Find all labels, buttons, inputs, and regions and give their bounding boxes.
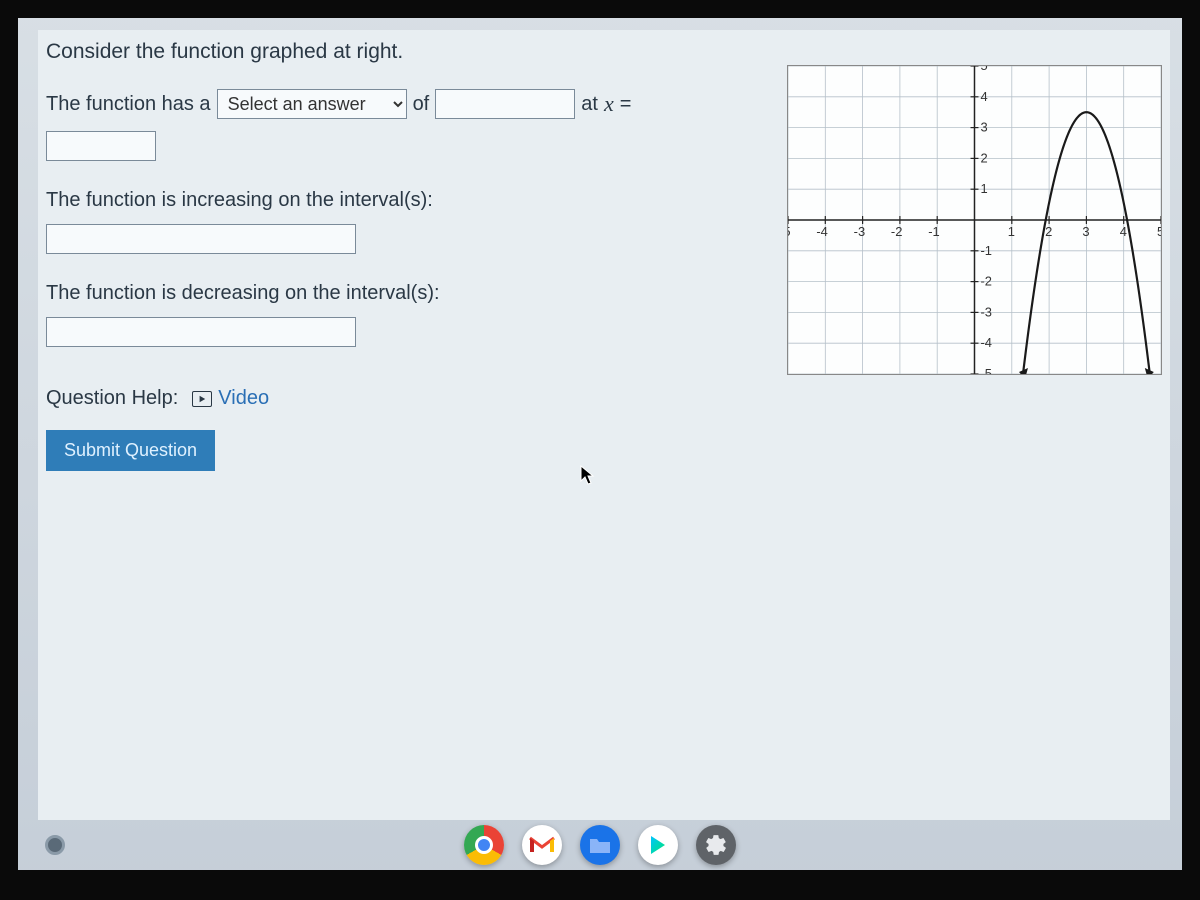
svg-text:5: 5 [980, 65, 987, 73]
svg-text:-1: -1 [928, 224, 939, 239]
svg-text:-4: -4 [980, 335, 991, 350]
svg-text:1: 1 [1008, 224, 1015, 239]
question-prompt: Consider the function graphed at right. [46, 40, 1162, 64]
increasing-interval-input[interactable] [46, 224, 356, 254]
x-value-input[interactable] [46, 131, 156, 161]
gmail-icon[interactable] [522, 825, 562, 865]
svg-text:-3: -3 [980, 304, 991, 319]
increasing-label: The function is increasing on the interv… [46, 189, 433, 212]
at-label: at [581, 93, 598, 116]
svg-text:2: 2 [1045, 224, 1052, 239]
taskbar [464, 825, 736, 865]
submit-question-button[interactable]: Submit Question [46, 430, 215, 471]
video-label: Video [218, 387, 269, 410]
chrome-icon[interactable] [464, 825, 504, 865]
svg-text:4: 4 [1120, 224, 1127, 239]
svg-text:1: 1 [980, 181, 987, 196]
svg-text:3: 3 [980, 120, 987, 135]
svg-text:-3: -3 [854, 224, 865, 239]
video-icon [192, 391, 212, 407]
svg-text:-1: -1 [980, 243, 991, 258]
equals-sign: = [620, 93, 632, 116]
decreasing-interval-input[interactable] [46, 317, 356, 347]
svg-text:2: 2 [980, 150, 987, 165]
line1-text-b: of [413, 93, 430, 116]
launcher-icon[interactable] [45, 835, 65, 855]
decreasing-label: The function is decreasing on the interv… [46, 282, 440, 305]
svg-text:4: 4 [980, 89, 987, 104]
extreme-value-input[interactable] [435, 89, 575, 119]
svg-text:-2: -2 [891, 224, 902, 239]
play-icon[interactable] [638, 825, 678, 865]
question-help-label: Question Help: [46, 387, 178, 410]
svg-text:-4: -4 [816, 224, 827, 239]
svg-text:3: 3 [1082, 224, 1089, 239]
video-help-link[interactable]: Video [192, 387, 269, 410]
x-variable: x [604, 91, 614, 117]
function-graph: -5 -4 -3 -2 -1 1 2 3 4 5 -5 -4 -3 -2 -1 1 2 3 4 5 [787, 65, 1162, 375]
svg-text:-5: -5 [980, 366, 991, 375]
files-icon[interactable] [580, 825, 620, 865]
answer-type-select[interactable]: Select an answer [217, 89, 407, 119]
settings-icon[interactable] [696, 825, 736, 865]
svg-text:-2: -2 [980, 274, 991, 289]
line1-text-a: The function has a [46, 93, 211, 116]
svg-text:5: 5 [1157, 224, 1162, 239]
svg-text:-5: -5 [787, 224, 791, 239]
